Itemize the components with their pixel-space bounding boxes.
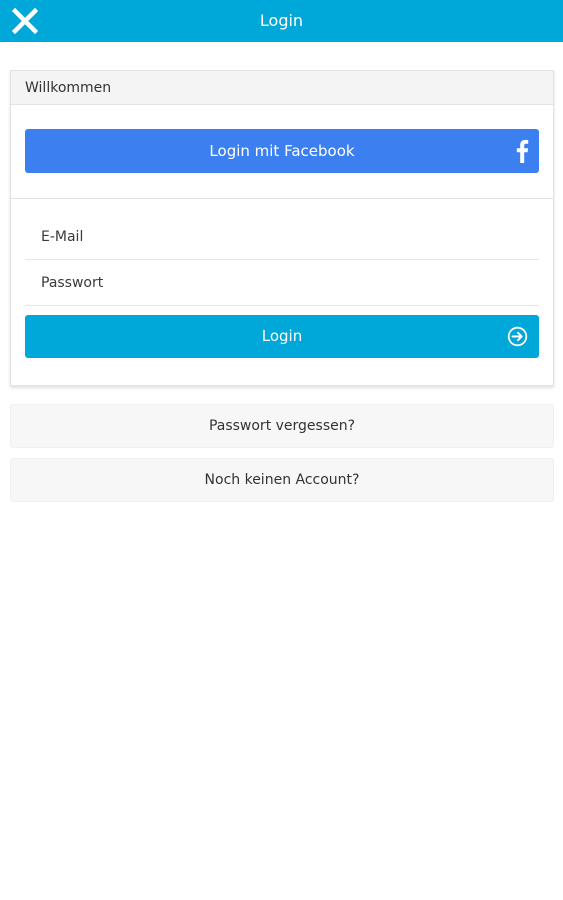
login-button[interactable]: Login: [25, 315, 539, 358]
page-title: Login: [259, 11, 304, 30]
password-placeholder: Passwort: [41, 275, 104, 291]
forgot-password-label: Passwort vergessen?: [208, 418, 356, 434]
facebook-icon: [516, 139, 529, 163]
email-placeholder: E-Mail: [41, 229, 84, 245]
email-field[interactable]: E-Mail: [25, 214, 539, 260]
login-card: Willkommen Login mit Facebook E-Mail Pas…: [10, 70, 554, 386]
password-field[interactable]: Passwort: [25, 260, 539, 306]
register-label: Noch keinen Account?: [204, 472, 360, 488]
top-bar: Login: [0, 0, 563, 42]
login-button-label: Login: [261, 327, 303, 345]
facebook-login-label: Login mit Facebook: [209, 142, 355, 160]
forgot-password-button[interactable]: Passwort vergessen?: [10, 404, 554, 448]
card-header: Willkommen: [11, 71, 553, 105]
welcome-heading: Willkommen: [25, 80, 112, 96]
register-button[interactable]: Noch keinen Account?: [10, 458, 554, 502]
section-divider: [11, 198, 553, 199]
facebook-login-button[interactable]: Login mit Facebook: [25, 129, 539, 173]
sign-in-icon: [507, 326, 528, 347]
